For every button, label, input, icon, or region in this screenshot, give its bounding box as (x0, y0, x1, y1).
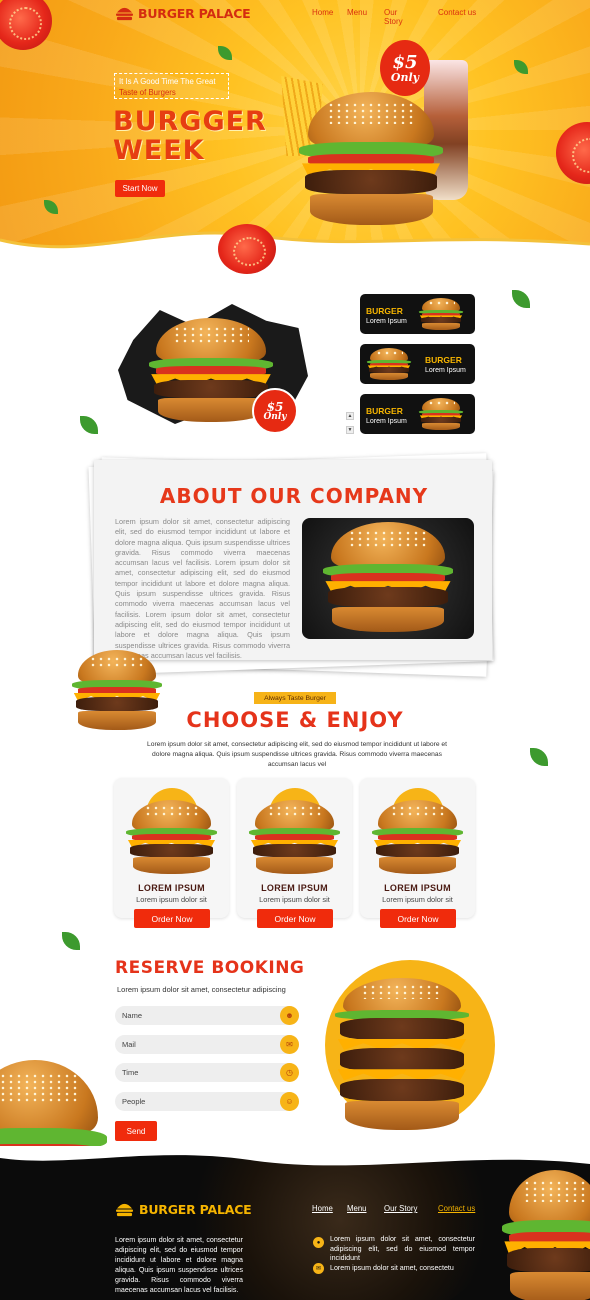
nav-our-story[interactable]: Our Story (384, 8, 403, 26)
time-field-label: Time (122, 1068, 139, 1077)
footer-brand-name: BURGER PALACE (139, 1202, 252, 1217)
basil-leaf-icon (62, 932, 80, 950)
choose-text: Lorem ipsum dolor sit amet, consectetur … (147, 741, 447, 768)
slider-card-burger-image (366, 348, 412, 382)
mail-field[interactable]: Mail ✉ (115, 1035, 299, 1054)
clock-icon: ◷ (280, 1063, 299, 1082)
choose-title: CHOOSE & ENJOY (186, 708, 404, 732)
product-card: LOREM IPSUM Lorem ipsum dolor sit (360, 778, 475, 918)
about-burger-image (302, 518, 474, 639)
hero-price: $5 (392, 51, 418, 73)
slider-card-burger-image (418, 398, 464, 432)
slider-card-title: BURGER (366, 306, 403, 316)
slider-down-arrow-icon[interactable]: ▼ (346, 426, 354, 434)
reserve-title: RESERVE BOOKING (115, 958, 305, 978)
burger-logo-icon (116, 7, 133, 21)
about-section: ABOUT OUR COMPANY Lorem ipsum dolor sit … (88, 453, 498, 677)
product-title: LOREM IPSUM (138, 883, 205, 893)
hero-wave-divider (0, 231, 590, 282)
brand-name: BURGER PALACE (138, 6, 251, 21)
footer-nav-menu[interactable]: Menu (347, 1204, 367, 1213)
featured-price-badge: $5 Only (252, 388, 298, 434)
nav-home[interactable]: Home (312, 8, 333, 17)
footer-nav-contact-us[interactable]: Contact us (438, 1204, 475, 1213)
slider-card[interactable]: BURGER Lorem Ipsum (360, 394, 475, 434)
order-now-button[interactable]: Order Now (380, 909, 456, 928)
order-now-button[interactable]: Order Now (134, 909, 210, 928)
basil-leaf-icon (530, 748, 548, 766)
footer-brand-logo[interactable]: BURGER PALACE (115, 1201, 252, 1218)
hero-title-line2: WEEK (113, 135, 205, 166)
nav-contact-us[interactable]: Contact us (438, 8, 498, 17)
product-card: LOREM IPSUM Lorem ipsum dolor sit (114, 778, 229, 918)
hero-tagline-line1: It Is A Good Time The Great (119, 77, 216, 86)
product-burger-image (247, 800, 342, 878)
featured-price-sub: Only (263, 411, 287, 422)
basil-leaf-icon (512, 290, 530, 308)
about-paragraph: Lorem ipsum dolor sit amet, consectetur … (115, 517, 290, 660)
slider-card-subtitle: Lorem Ipsum (366, 318, 407, 325)
slider-card[interactable]: BURGER Lorem Ipsum (360, 294, 475, 334)
user-icon: ☻ (280, 1006, 299, 1025)
footer-about-text: Lorem ipsum dolor sit amet, consectetur … (115, 1236, 243, 1294)
mail-icon: ✉ (280, 1035, 299, 1054)
product-title: LOREM IPSUM (384, 883, 451, 893)
slider-card[interactable]: BURGER Lorem Ipsum (360, 344, 475, 384)
slider-card-title: BURGER (366, 406, 403, 416)
slider-card-burger-image (418, 298, 464, 332)
about-title: ABOUT OUR COMPANY (159, 484, 429, 508)
footer-mail: Lorem ipsum dolor sit amet, consectetu (330, 1264, 454, 1272)
name-field[interactable]: Name ☻ (115, 1006, 299, 1025)
hero-title: BURGGER WEEK (113, 107, 267, 165)
hero-tagline-line2: Taste of Burgers (119, 88, 176, 97)
hero-tagline: It Is A Good Time The Great Taste of Bur… (114, 73, 229, 99)
mail-icon: ✉ (313, 1263, 324, 1274)
brand-logo[interactable]: BURGER PALACE (115, 5, 251, 22)
mail-field-label: Mail (122, 1040, 136, 1049)
product-card: LOREM IPSUM Lorem ipsum dolor sit (237, 778, 352, 918)
footer-burger-image (500, 1170, 590, 1300)
hero-title-line1: BURGGER (113, 106, 267, 137)
basil-leaf-icon (80, 416, 98, 434)
hero-price-sub: Only (390, 70, 420, 84)
footer-address: Lorem ipsum dolor sit amet, consectetur … (330, 1235, 475, 1262)
slider-up-arrow-icon[interactable]: ▲ (346, 412, 354, 420)
featured-price: $5 (266, 399, 284, 414)
product-subtitle: Lorem ipsum dolor sit (382, 895, 453, 904)
product-title: LOREM IPSUM (261, 883, 328, 893)
people-field[interactable]: People ☺ (115, 1092, 299, 1111)
product-subtitle: Lorem ipsum dolor sit (259, 895, 330, 904)
slider-card-title: BURGER (425, 355, 462, 365)
product-burger-image (124, 800, 219, 878)
reserve-subtitle: Lorem ipsum dolor sit amet, consectetur … (117, 985, 286, 994)
send-button[interactable]: Send (115, 1121, 157, 1141)
reserve-burger-image (332, 978, 472, 1138)
always-taste-pill: Always Taste Burger (254, 692, 336, 704)
burger-logo-icon (116, 1203, 133, 1217)
hero-price-badge: $5 Only (380, 40, 430, 96)
name-field-label: Name (122, 1011, 143, 1020)
tomato-slice-icon (218, 224, 276, 274)
location-pin-icon: ● (313, 1237, 324, 1248)
slider-arrows: ▲ ▼ (346, 412, 354, 440)
product-subtitle: Lorem ipsum dolor sit (136, 895, 207, 904)
people-icon: ☺ (280, 1092, 299, 1111)
hero-burger-image (296, 92, 446, 232)
time-field[interactable]: Time ◷ (115, 1063, 299, 1082)
nav-menu[interactable]: Menu (347, 8, 367, 17)
people-field-label: People (122, 1097, 146, 1106)
start-now-button[interactable]: Start Now (115, 180, 165, 197)
product-burger-image (370, 800, 465, 878)
order-now-button[interactable]: Order Now (257, 909, 333, 928)
slider-card-subtitle: Lorem Ipsum (366, 418, 407, 425)
footer-nav-our-story[interactable]: Our Story (384, 1204, 417, 1213)
footer-nav-home[interactable]: Home (312, 1204, 333, 1213)
slider-card-subtitle: Lorem Ipsum (425, 367, 466, 374)
